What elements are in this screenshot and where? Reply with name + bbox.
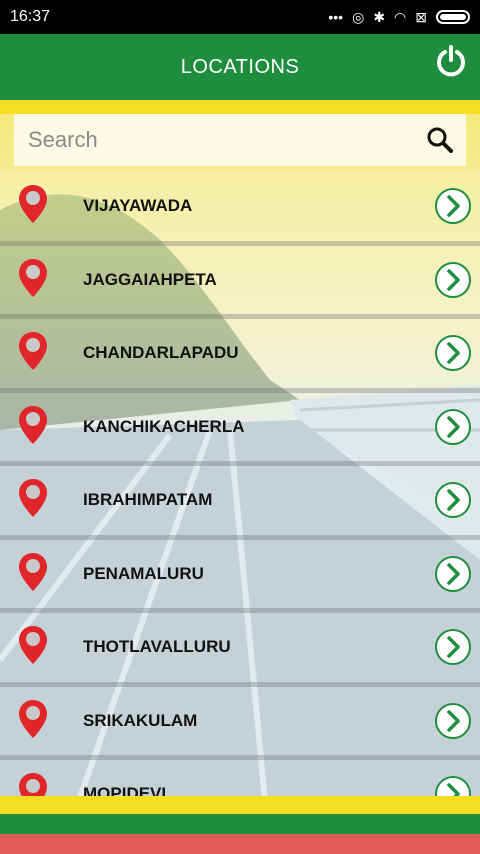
location-list: VIJAYAWADA JAGGAIAHPETA CHANDARLAPADU KANCH… <box>0 172 480 834</box>
location-pin-icon <box>19 699 47 738</box>
wifi-icon: ◠ <box>394 8 407 25</box>
status-icons: ••• ◎ ✱ ◠ ⊠ <box>328 9 470 26</box>
status-time: 16:37 <box>10 8 51 25</box>
list-item[interactable]: PENAMALURU <box>0 539 480 613</box>
location-pin-icon <box>19 626 47 664</box>
bottom-band-red <box>0 834 480 854</box>
location-pin-icon <box>19 332 47 370</box>
search-bar <box>14 114 466 166</box>
sync-icon: ◎ <box>352 8 365 25</box>
list-item[interactable]: SRIKAKULAM <box>0 686 480 760</box>
bottom-band-green <box>0 814 480 834</box>
list-item[interactable]: JAGGAIAHPETA <box>0 245 480 319</box>
location-name: IBRAHIMPATAM <box>83 490 213 510</box>
list-item[interactable]: THOTLAVALLURU <box>0 613 480 687</box>
chevron-right-icon[interactable] <box>434 334 472 372</box>
location-pin-icon <box>19 405 47 444</box>
app-header: LOCATIONS <box>0 34 480 100</box>
location-pin-icon <box>19 185 47 223</box>
location-pin-icon <box>19 258 47 297</box>
chevron-right-icon[interactable] <box>434 261 472 299</box>
location-pin-icon <box>19 552 47 591</box>
location-name: KANCHIKACHERLA <box>83 416 245 436</box>
page-title: LOCATIONS <box>180 55 300 78</box>
status-bar: 16:37 ••• ◎ ✱ ◠ ⊠ <box>0 0 480 34</box>
chevron-right-icon[interactable] <box>434 187 472 225</box>
location-name: JAGGAIAHPETA <box>83 269 217 289</box>
chevron-right-icon[interactable] <box>434 628 472 666</box>
battery-icon <box>436 10 470 24</box>
chevron-right-icon[interactable] <box>434 408 472 446</box>
location-name: PENAMALURU <box>83 563 204 583</box>
more-icon: ••• <box>328 9 344 25</box>
list-item[interactable]: IBRAHIMPATAM <box>0 466 480 540</box>
location-name: CHANDARLAPADU <box>83 343 239 363</box>
search-input[interactable] <box>26 126 426 154</box>
chevron-right-icon[interactable] <box>434 702 472 740</box>
search-icon[interactable] <box>426 126 454 154</box>
location-name: VIJAYAWADA <box>83 196 193 216</box>
location-name: SRIKAKULAM <box>83 710 198 730</box>
list-item[interactable]: KANCHIKACHERLA <box>0 392 480 466</box>
list-item[interactable]: CHANDARLAPADU <box>0 319 480 393</box>
power-icon[interactable] <box>434 44 468 78</box>
sim-icon: ⊠ <box>415 8 427 25</box>
list-item[interactable]: VIJAYAWADA <box>0 172 480 246</box>
chevron-right-icon[interactable] <box>434 555 472 593</box>
location-pin-icon <box>19 479 47 517</box>
chevron-right-icon[interactable] <box>434 481 472 519</box>
bluetooth-icon: ✱ <box>373 8 386 25</box>
bottom-band-yellow <box>0 796 480 814</box>
location-name: THOTLAVALLURU <box>83 637 231 657</box>
